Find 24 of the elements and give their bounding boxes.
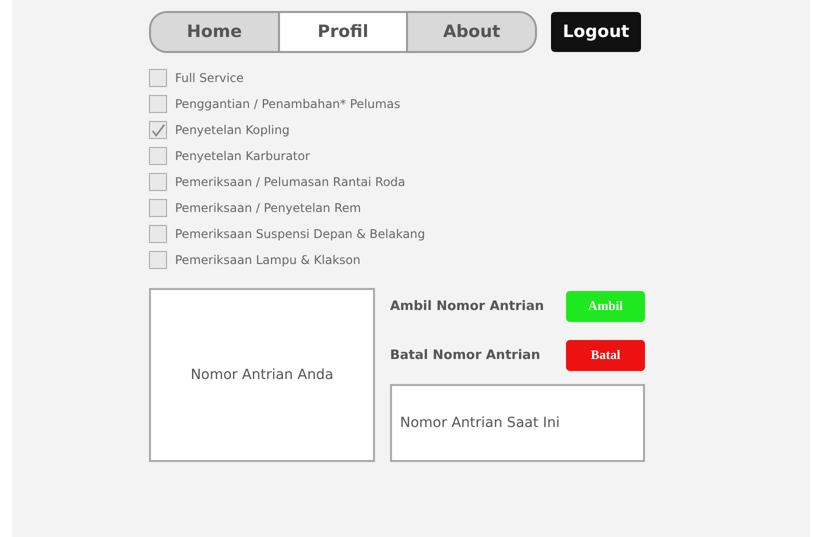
checkbox-label: Pemeriksaan Lampu & Klakson: [175, 253, 361, 267]
checkbox-label: Full Service: [175, 71, 244, 85]
checkbox-label: Pemeriksaan Suspensi Depan & Belakang: [175, 227, 426, 241]
checkbox[interactable]: [149, 251, 167, 269]
checkbox-label: Penyetelan Karburator: [175, 149, 310, 163]
checkbox-label: Penggantian / Penambahan* Pelumas: [175, 97, 400, 111]
nav-tab[interactable]: About: [406, 13, 535, 51]
checkbox[interactable]: [149, 121, 167, 139]
current-number-label: Nomor Antrian Saat Ini: [400, 415, 560, 431]
checkbox-label: Pemeriksaan / Pelumasan Rantai Roda: [175, 175, 406, 189]
logout-button[interactable]: Logout: [551, 12, 641, 52]
nav-tab[interactable]: Profil: [278, 13, 406, 51]
checkbox[interactable]: [149, 173, 167, 191]
queue-number-label: Nomor Antrian Anda: [190, 367, 334, 383]
cancel-button[interactable]: Batal: [566, 340, 645, 370]
action-label: Ambil Nomor Antrian: [390, 298, 544, 314]
checkbox-label: Pemeriksaan / Penyetelan Rem: [175, 201, 362, 215]
checkbox[interactable]: [149, 95, 167, 113]
checkbox[interactable]: [149, 147, 167, 165]
checkbox[interactable]: [149, 69, 167, 87]
checkbox[interactable]: [149, 225, 167, 243]
checkbox-label: Penyetelan Kopling: [175, 123, 290, 137]
checkbox[interactable]: [149, 199, 167, 217]
action-label: Batal Nomor Antrian: [390, 348, 540, 362]
